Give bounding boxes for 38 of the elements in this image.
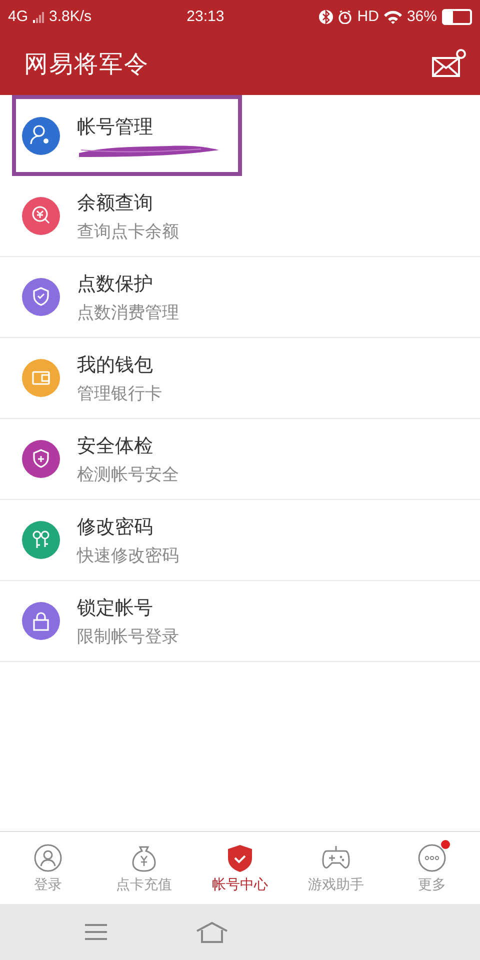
signal-icon	[33, 10, 44, 22]
home-icon[interactable]	[194, 921, 229, 943]
item-subtitle: 管理银行卡	[77, 382, 162, 404]
item-subtitle: 限制帐号登录	[77, 626, 179, 648]
person-icon	[33, 842, 63, 872]
menu-item[interactable]: 我的钱包 管理银行卡	[0, 338, 480, 419]
menu-item[interactable]: 锁定帐号 限制帐号登录	[0, 581, 480, 662]
network-speed: 3.8K/s	[49, 8, 92, 25]
mail-icon[interactable]	[432, 49, 466, 79]
app-title: 网易将军令	[24, 49, 149, 80]
item-title: 点数保护	[77, 272, 154, 296]
nav-tab[interactable]: 帐号中心	[192, 832, 288, 904]
item-subtitle: 快速修改密码	[77, 544, 179, 566]
bluetooth-icon	[319, 10, 334, 24]
shield-check-icon	[225, 842, 255, 872]
menu-item[interactable]: 安全体检 检测帐号安全	[0, 419, 480, 500]
menu-item[interactable]: 点数保护 点数消费管理	[0, 257, 480, 338]
wifi-icon	[384, 10, 402, 24]
menu-item[interactable]: 帐号管理	[12, 95, 242, 176]
item-title: 帐号管理	[77, 114, 154, 140]
item-subtitle: 查询点卡余额	[77, 220, 179, 242]
alarm-icon	[338, 10, 352, 24]
menu-icon[interactable]	[84, 922, 108, 942]
item-title: 修改密码	[77, 514, 154, 540]
battery-icon	[442, 8, 472, 24]
network-type: 4G	[8, 8, 28, 25]
item-title: 锁定帐号	[77, 596, 154, 620]
item-subtitle: 点数消费管理	[77, 302, 179, 324]
more-icon	[417, 842, 447, 872]
item-subtitle: 检测帐号安全	[77, 464, 179, 486]
item-title: 安全体检	[77, 434, 154, 458]
item-title: 我的钱包	[77, 352, 154, 378]
clock: 23:13	[186, 8, 224, 25]
menu-item[interactable]: 修改密码 快速修改密码	[0, 500, 480, 581]
menu-item[interactable]: 余额查询 查询点卡余额	[0, 176, 480, 257]
item-title: 余额查询	[77, 190, 154, 216]
battery-percent: 36%	[406, 8, 437, 25]
hd-label: HD	[357, 8, 379, 25]
